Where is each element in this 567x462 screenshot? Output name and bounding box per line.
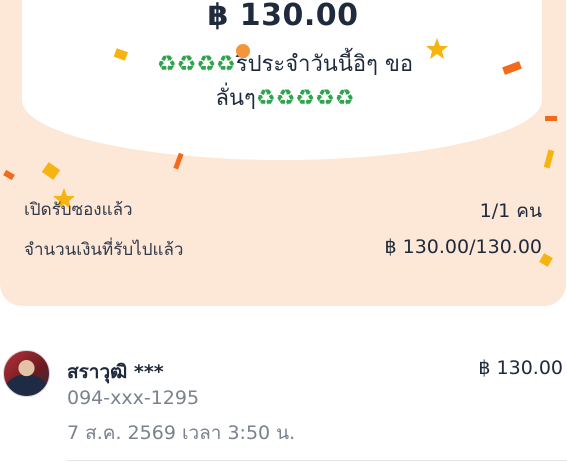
opened-label: เปิดรับซองแล้ว — [24, 200, 133, 220]
list-divider — [67, 460, 567, 461]
received-label: จำนวนเงินที่รับไปแล้ว — [24, 240, 184, 260]
received-row: จำนวนเงินที่รับไปแล้ว ฿ 130.00/130.00 — [24, 236, 542, 263]
confetti-piece — [173, 152, 184, 170]
opened-row: เปิดรับซองแล้ว 1/1 คน — [24, 196, 542, 226]
confetti-piece — [41, 162, 61, 180]
received-value: ฿ 130.00/130.00 — [384, 236, 543, 258]
avatar[interactable] — [3, 350, 50, 397]
opened-value: 1/1 คน — [479, 200, 542, 222]
star-icon — [426, 38, 448, 59]
confetti-piece — [543, 149, 555, 169]
receiver-amount: ฿ 130.00 — [478, 357, 563, 379]
confetti-piece — [113, 48, 129, 61]
receiver-name: สราวุฒิ *** — [67, 361, 164, 383]
red-envelope-card: ฿ 130.00 ♻♻♻♻รีประจำวันนี้อิๆ ขอ ลั่นๆ♻♻… — [0, 0, 566, 306]
confetti-piece — [3, 169, 15, 181]
confetti-piece — [236, 44, 250, 58]
confetti-piece — [545, 116, 557, 121]
receiver-time: 7 ส.ค. 2569 เวลา 3:50 น. — [67, 422, 296, 444]
receiver-phone: 094-xxx-1295 — [67, 387, 200, 409]
confetti-piece — [502, 61, 522, 75]
